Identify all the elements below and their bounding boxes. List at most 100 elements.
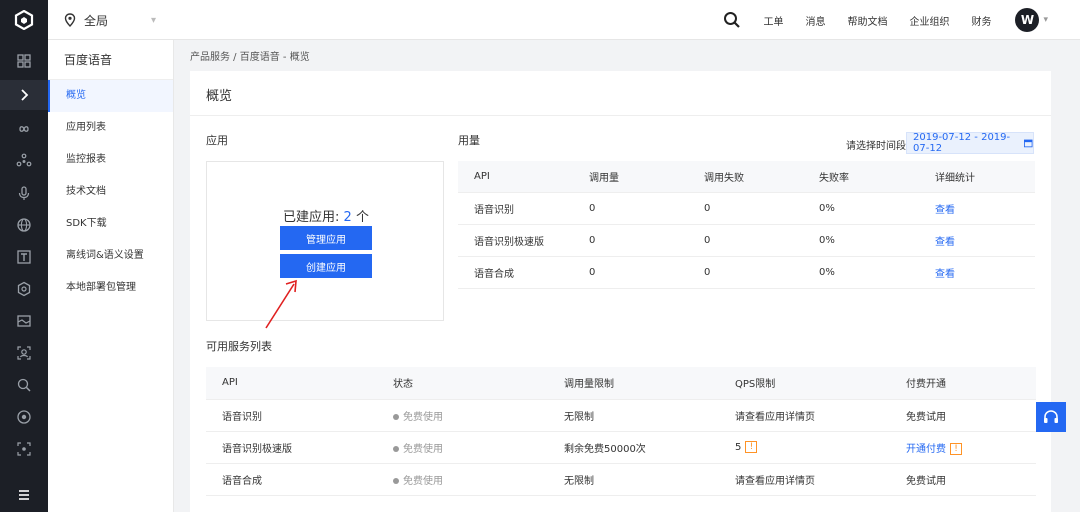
services-section-title: 可用服务列表 bbox=[206, 340, 272, 353]
date-range-picker[interactable]: 2019-07-12 - 2019-07-12 bbox=[906, 132, 1034, 154]
column-header: 调用量限制 bbox=[548, 367, 719, 399]
overview-card: 概览 应用 已建应用: 2 个 管理应用 创建应用 用量 请选择时间段 2019… bbox=[190, 71, 1051, 512]
view-details-link[interactable]: 查看 bbox=[919, 223, 1035, 256]
cell-calls: 0 bbox=[573, 191, 688, 224]
headset-icon bbox=[1044, 410, 1058, 423]
scrollbar[interactable] bbox=[1070, 40, 1080, 512]
view-details-link[interactable]: 查看 bbox=[919, 255, 1035, 288]
cell-failures: 0 bbox=[688, 255, 803, 288]
table-row: 语音合成 0 0 0% 查看 bbox=[458, 255, 1035, 288]
rail-scan-icon[interactable] bbox=[0, 438, 48, 460]
rail-expand-icon[interactable] bbox=[0, 80, 48, 110]
cell-qps-limit: 请查看应用详情页 bbox=[719, 462, 890, 495]
annotation-arrow-icon bbox=[265, 279, 297, 329]
column-header: API bbox=[458, 161, 573, 192]
cell-fail-rate: 0% bbox=[803, 255, 919, 288]
rail-network-icon[interactable] bbox=[0, 150, 48, 172]
cell-payment: 开通付费! bbox=[890, 430, 1036, 463]
rail-globe-icon[interactable] bbox=[0, 214, 48, 236]
breadcrumb[interactable]: 产品服务 / 百度语音 - 概览 bbox=[190, 48, 310, 63]
table-row: 语音识别 免费使用 无限制 请查看应用详情页 免费试用 bbox=[206, 398, 1036, 431]
top-bar: 全局 ▾ 工单 消息 帮助文档 企业组织 财务 W ▾ bbox=[0, 0, 1080, 40]
date-range-label: 请选择时间段 bbox=[846, 141, 906, 152]
cell-api: 语音合成 bbox=[458, 255, 573, 288]
region-selector[interactable]: 全局 ▾ bbox=[48, 0, 176, 40]
rail-dashboard-icon[interactable] bbox=[0, 50, 48, 72]
rail-hexagon-icon[interactable] bbox=[0, 278, 48, 300]
cell-qps-limit: 请查看应用详情页 bbox=[719, 398, 890, 431]
rail-microphone-icon[interactable] bbox=[0, 182, 48, 204]
cell-fail-rate: 0% bbox=[803, 191, 919, 224]
divider bbox=[190, 115, 1051, 116]
app-count-unit: 个 bbox=[351, 210, 369, 225]
column-header: 调用量 bbox=[573, 161, 688, 192]
rail-infinity-icon[interactable] bbox=[0, 118, 48, 140]
nav-organization[interactable]: 企业组织 bbox=[909, 13, 949, 28]
avatar-chevron-icon[interactable]: ▾ bbox=[1043, 15, 1048, 25]
search-icon[interactable] bbox=[723, 11, 741, 29]
cell-fail-rate: 0% bbox=[803, 223, 919, 256]
app-count: 已建应用: 2 个 bbox=[207, 206, 445, 225]
cell-api: 语音识别 bbox=[458, 191, 573, 224]
top-nav: 工单 消息 帮助文档 企业组织 财务 W ▾ bbox=[723, 0, 1080, 40]
page-title: 概览 bbox=[206, 89, 233, 104]
cell-api: 语音识别 bbox=[206, 398, 377, 431]
qps-value: 5 bbox=[735, 442, 742, 453]
cell-failures: 0 bbox=[688, 191, 803, 224]
table-row: 语音识别 0 0 0% 查看 bbox=[458, 191, 1035, 224]
app-section-title: 应用 bbox=[206, 134, 228, 147]
warning-icon[interactable]: ! bbox=[745, 441, 758, 453]
sidebar-item-tech-docs[interactable]: 技术文档 bbox=[48, 176, 173, 208]
column-header: API bbox=[206, 367, 377, 399]
nav-help-docs[interactable]: 帮助文档 bbox=[847, 13, 887, 28]
sidebar-item-app-list[interactable]: 应用列表 bbox=[48, 112, 173, 144]
usage-table: API 调用量 调用失败 失败率 详细统计 语音识别 0 0 0% 查看 语音识… bbox=[458, 161, 1035, 289]
sidebar-item-sdk-download[interactable]: SDK下载 bbox=[48, 208, 173, 240]
rail-face-scan-icon[interactable] bbox=[0, 342, 48, 364]
status-text: 免费使用 bbox=[403, 443, 443, 455]
sidebar-item-overview[interactable]: 概览 bbox=[48, 80, 173, 112]
table-row: 语音合成 免费使用 无限制 请查看应用详情页 免费试用 bbox=[206, 462, 1036, 495]
table-header-row: API 状态 调用量限制 QPS限制 付费开通 bbox=[206, 367, 1036, 399]
usage-section-title: 用量 bbox=[458, 134, 480, 147]
rail-text-icon[interactable] bbox=[0, 246, 48, 268]
rail-magnifier-icon[interactable] bbox=[0, 374, 48, 396]
create-app-button[interactable]: 创建应用 bbox=[280, 254, 372, 278]
column-header: 失败率 bbox=[803, 161, 919, 192]
enable-payment-link[interactable]: 开通付费 bbox=[906, 444, 946, 455]
view-details-link[interactable]: 查看 bbox=[919, 191, 1035, 224]
nav-messages[interactable]: 消息 bbox=[805, 13, 825, 28]
cell-call-limit: 无限制 bbox=[548, 398, 719, 431]
rail-target-icon[interactable] bbox=[0, 406, 48, 428]
nav-finance[interactable]: 财务 bbox=[971, 13, 991, 28]
cell-status: 免费使用 bbox=[377, 398, 548, 431]
warning-icon[interactable]: ! bbox=[950, 442, 962, 455]
logo[interactable] bbox=[0, 0, 48, 40]
cell-call-limit: 无限制 bbox=[548, 462, 719, 495]
sidebar-item-monitor-report[interactable]: 监控报表 bbox=[48, 144, 173, 176]
sidebar-title: 百度语音 bbox=[48, 40, 173, 80]
rail-image-icon[interactable] bbox=[0, 310, 48, 332]
cell-call-limit: 剩余免费50000次 bbox=[548, 430, 719, 463]
customer-service-button[interactable] bbox=[1036, 402, 1066, 432]
status-dot-icon bbox=[393, 413, 399, 420]
table-row: 语音识别极速版 免费使用 剩余免费50000次 5! 开通付费! bbox=[206, 430, 1036, 463]
sidebar-item-offline-words[interactable]: 离线词&语义设置 bbox=[48, 240, 173, 272]
cell-status: 免费使用 bbox=[377, 430, 548, 463]
cell-calls: 0 bbox=[573, 223, 688, 256]
status-text: 免费使用 bbox=[403, 411, 443, 423]
rail-menu-icon[interactable] bbox=[0, 484, 48, 506]
nav-ticket[interactable]: 工单 bbox=[763, 13, 783, 28]
avatar[interactable]: W bbox=[1015, 8, 1040, 32]
status-dot-icon bbox=[393, 477, 399, 484]
column-header: 状态 bbox=[377, 367, 548, 399]
manage-app-button[interactable]: 管理应用 bbox=[280, 226, 372, 250]
table-row: 语音识别极速版 0 0 0% 查看 bbox=[458, 223, 1035, 256]
sidebar-item-local-deploy[interactable]: 本地部署包管理 bbox=[48, 272, 173, 304]
region-label: 全局 bbox=[84, 13, 109, 28]
app-summary-box: 已建应用: 2 个 管理应用 创建应用 bbox=[206, 161, 444, 321]
app-count-number[interactable]: 2 bbox=[344, 210, 352, 225]
cell-failures: 0 bbox=[688, 223, 803, 256]
chevron-down-icon: ▾ bbox=[150, 14, 156, 26]
left-rail bbox=[0, 40, 48, 512]
